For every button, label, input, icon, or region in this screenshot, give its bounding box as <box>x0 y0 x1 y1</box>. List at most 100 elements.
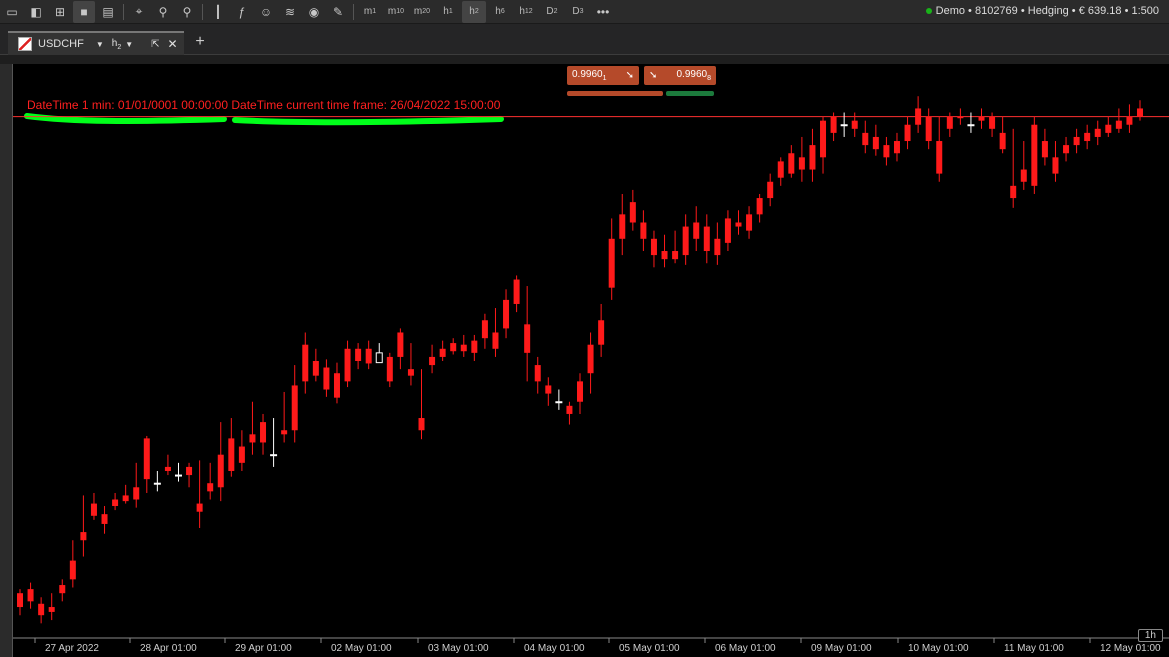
candle <box>999 116 1006 154</box>
timeframe-h2[interactable]: h2 <box>462 0 486 23</box>
timeframe-m1[interactable]: m1 <box>358 1 382 23</box>
x-tick-label: 06 May 01:00 <box>715 643 776 654</box>
candle <box>450 338 457 355</box>
candle <box>355 343 362 370</box>
candle <box>1115 108 1122 133</box>
candle <box>207 462 214 500</box>
x-tick-label: 12 May 01:00 <box>1100 643 1161 654</box>
candle <box>1041 128 1048 166</box>
timeframe-h6[interactable]: h6 <box>488 1 512 23</box>
candle <box>893 132 900 162</box>
account-info[interactable]: Demo • 8102769 • Hedging • € 639.18 • 1:… <box>925 5 1159 17</box>
timeframe-D2[interactable]: D2 <box>540 1 564 23</box>
candlestick-chart[interactable]: 27 Apr 2022 28 Apr 01:00 29 Apr 01:00 02 Ma… <box>13 64 1169 657</box>
candle <box>598 303 605 357</box>
candle <box>724 210 731 252</box>
candle <box>1094 120 1101 146</box>
candle <box>904 116 911 150</box>
candle <box>407 343 414 386</box>
candle <box>915 96 922 133</box>
timeframe-dropdown-icon[interactable]: ▼ <box>125 40 133 49</box>
tab-timeframe[interactable]: h2 <box>112 38 121 51</box>
candle <box>1010 128 1017 208</box>
candle <box>481 313 488 349</box>
detach-icon[interactable]: ⇱ <box>151 39 159 50</box>
single-chart-icon[interactable]: ■ <box>73 0 95 23</box>
layout-icon[interactable]: ◧ <box>25 1 47 23</box>
tab-usdchf[interactable]: USDCHF ▼ h2 ▼ ⇱ ✕ <box>8 31 184 55</box>
candle <box>164 454 171 476</box>
chart-type-icon[interactable]: ┃ <box>207 1 229 23</box>
candle <box>587 332 594 394</box>
robot-icon[interactable]: ☺ <box>255 1 277 23</box>
candle <box>682 214 689 265</box>
x-tick-label: 10 May 01:00 <box>908 643 969 654</box>
candle <box>936 116 943 182</box>
timeframe-D3[interactable]: D3 <box>566 1 590 23</box>
candle <box>650 230 657 268</box>
candle <box>640 210 647 252</box>
candle <box>365 340 372 370</box>
candle <box>439 340 446 361</box>
candle <box>693 206 700 252</box>
timeframe-m10[interactable]: m 10 <box>384 1 408 23</box>
candle <box>228 418 235 477</box>
timeframe-h1[interactable]: h1 <box>436 1 460 23</box>
buy-arrow-icon: ➘ <box>649 70 658 81</box>
x-tick-label: 09 May 01:00 <box>811 643 872 654</box>
timeframe-m20[interactable]: m 20 <box>410 1 434 23</box>
candle <box>978 108 985 129</box>
quick-trade-panel: 0.99601 ➘ ➘ 0.99608 <box>567 66 717 96</box>
sell-price: 0.99601 <box>572 69 607 82</box>
candle <box>746 206 753 239</box>
candle <box>820 116 827 174</box>
candle <box>238 430 245 471</box>
new-chart-icon[interactable]: ▭ <box>1 1 23 23</box>
x-tick-label: 27 Apr 2022 <box>45 643 99 654</box>
candle <box>112 492 119 511</box>
candle <box>174 462 182 482</box>
candle <box>217 422 224 502</box>
candle <box>69 540 76 588</box>
buy-button[interactable]: ➘ 0.99608 <box>644 66 716 85</box>
indicators-icon[interactable]: ƒ <box>231 1 253 23</box>
candle <box>249 401 256 455</box>
candle <box>735 210 742 235</box>
candle <box>503 289 510 339</box>
grid-layout-icon[interactable]: ⊞ <box>49 1 71 23</box>
candle <box>1063 136 1070 162</box>
candle <box>386 352 393 388</box>
zoom-out-icon[interactable]: ⚲ <box>176 1 198 23</box>
eye-icon[interactable]: ◉ <box>303 1 325 23</box>
symbol-dropdown-icon[interactable]: ▼ <box>96 40 104 49</box>
sell-arrow-icon: ➘ <box>625 70 634 81</box>
candle <box>629 189 636 231</box>
timeframe-h12[interactable]: h 12 <box>514 1 538 23</box>
candle <box>661 234 668 268</box>
candle <box>577 373 583 414</box>
candle <box>809 128 816 182</box>
layers-icon[interactable]: ≋ <box>279 1 301 23</box>
main-toolbar: ▭ ◧ ⊞ ■ ▤ ⌖ ⚲ ⚲ ┃ ƒ ☺ ≋ ◉ ✎ m 1 m 10 m 20 h 1 h 2… <box>0 0 1169 24</box>
candle <box>90 492 97 520</box>
candle <box>186 462 193 488</box>
split-chart-icon[interactable]: ▤ <box>97 1 119 23</box>
close-tab-icon[interactable]: ✕ <box>168 37 178 51</box>
candle <box>270 418 278 467</box>
more-icon[interactable]: ••• <box>592 1 614 23</box>
candle <box>397 328 404 370</box>
zoom-in-icon[interactable]: ⚲ <box>152 1 174 23</box>
chart-area[interactable]: 27 Apr 2022 28 Apr 01:00 29 Apr 01:00 02 Ma… <box>12 64 1169 657</box>
sell-button[interactable]: 0.99601 ➘ <box>567 66 639 85</box>
add-tab-button[interactable]: + <box>190 33 210 51</box>
drawing-tools-icon[interactable]: ✎ <box>327 1 349 23</box>
crosshair-icon[interactable]: ⌖ <box>128 1 150 23</box>
candle <box>1052 141 1059 182</box>
candle <box>122 484 129 504</box>
x-tick-label: 03 May 01:00 <box>428 643 489 654</box>
candle <box>312 348 319 382</box>
candle <box>323 359 330 397</box>
x-tick-label: 04 May 01:00 <box>524 643 585 654</box>
candle <box>566 401 573 425</box>
x-tick-label: 02 May 01:00 <box>331 643 392 654</box>
